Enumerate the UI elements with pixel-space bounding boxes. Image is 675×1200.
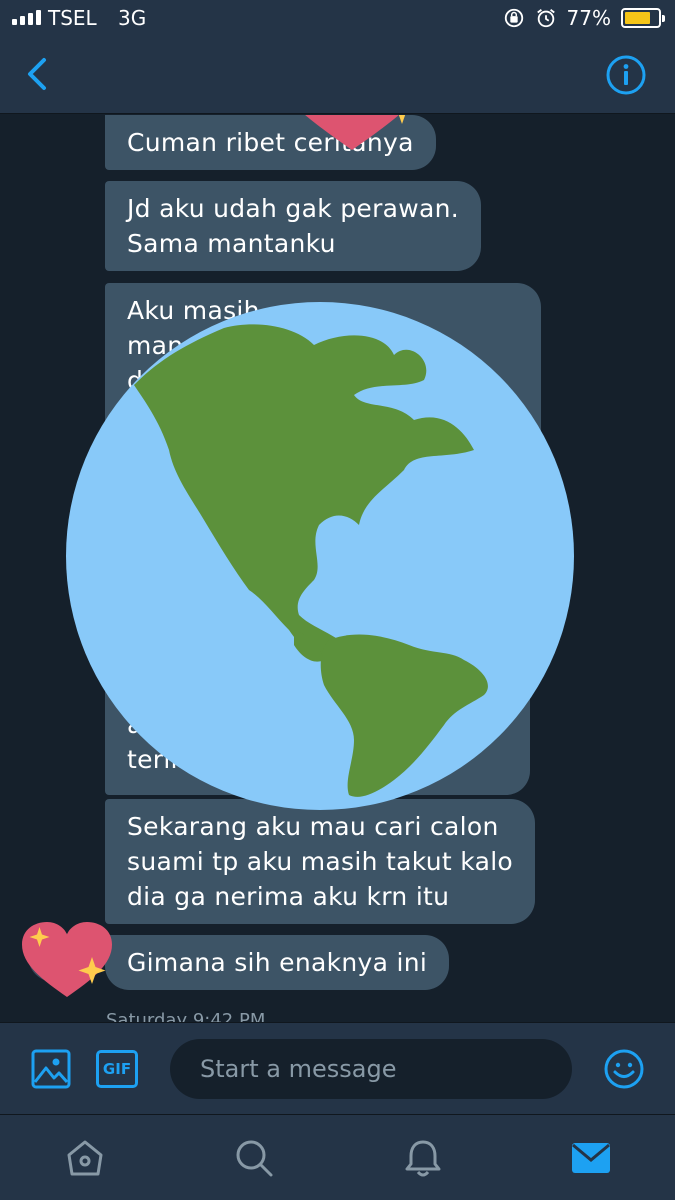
message-timestamp: Saturday 9:42 PM bbox=[106, 1010, 266, 1022]
image-icon[interactable] bbox=[30, 1048, 72, 1090]
message-input[interactable] bbox=[170, 1039, 572, 1099]
notifications-icon[interactable] bbox=[402, 1137, 444, 1179]
message-composer: GIF bbox=[0, 1022, 675, 1114]
conversation-header bbox=[0, 36, 675, 114]
message-bubble[interactable]: Gimana sih enaknya ini bbox=[105, 935, 450, 990]
info-icon[interactable] bbox=[605, 54, 647, 96]
sparkling-heart-sticker-icon bbox=[305, 115, 406, 150]
search-icon[interactable] bbox=[233, 1137, 275, 1179]
carrier-name: TSEL bbox=[48, 6, 97, 30]
home-icon[interactable] bbox=[64, 1137, 106, 1179]
chevron-left-icon[interactable] bbox=[18, 54, 58, 94]
message-bubble[interactable]: Sekarang aku mau cari calon suami tp aku… bbox=[105, 799, 536, 924]
rotation-lock-icon bbox=[504, 8, 523, 28]
message-bubble[interactable]: Jd aku udah gak perawan. Sama mantanku bbox=[105, 181, 482, 271]
globe-sticker-icon bbox=[66, 302, 574, 810]
network-type: 3G bbox=[118, 6, 147, 30]
alarm-icon bbox=[536, 9, 555, 28]
signal-icon bbox=[12, 10, 41, 25]
emoji-icon[interactable] bbox=[603, 1048, 645, 1090]
battery-fill bbox=[625, 12, 650, 24]
battery-icon bbox=[621, 8, 665, 28]
gif-button[interactable]: GIF bbox=[96, 1050, 138, 1088]
message-thread[interactable]: Cuman ribet ceritanya Jd aku udah gak pe… bbox=[0, 115, 675, 1022]
battery-percentage: 77% bbox=[566, 6, 611, 30]
sparkling-heart-sticker-icon bbox=[22, 922, 112, 997]
status-bar: TSEL 3G 77% bbox=[0, 0, 675, 36]
tab-bar bbox=[0, 1114, 675, 1200]
messages-icon[interactable] bbox=[570, 1137, 612, 1179]
